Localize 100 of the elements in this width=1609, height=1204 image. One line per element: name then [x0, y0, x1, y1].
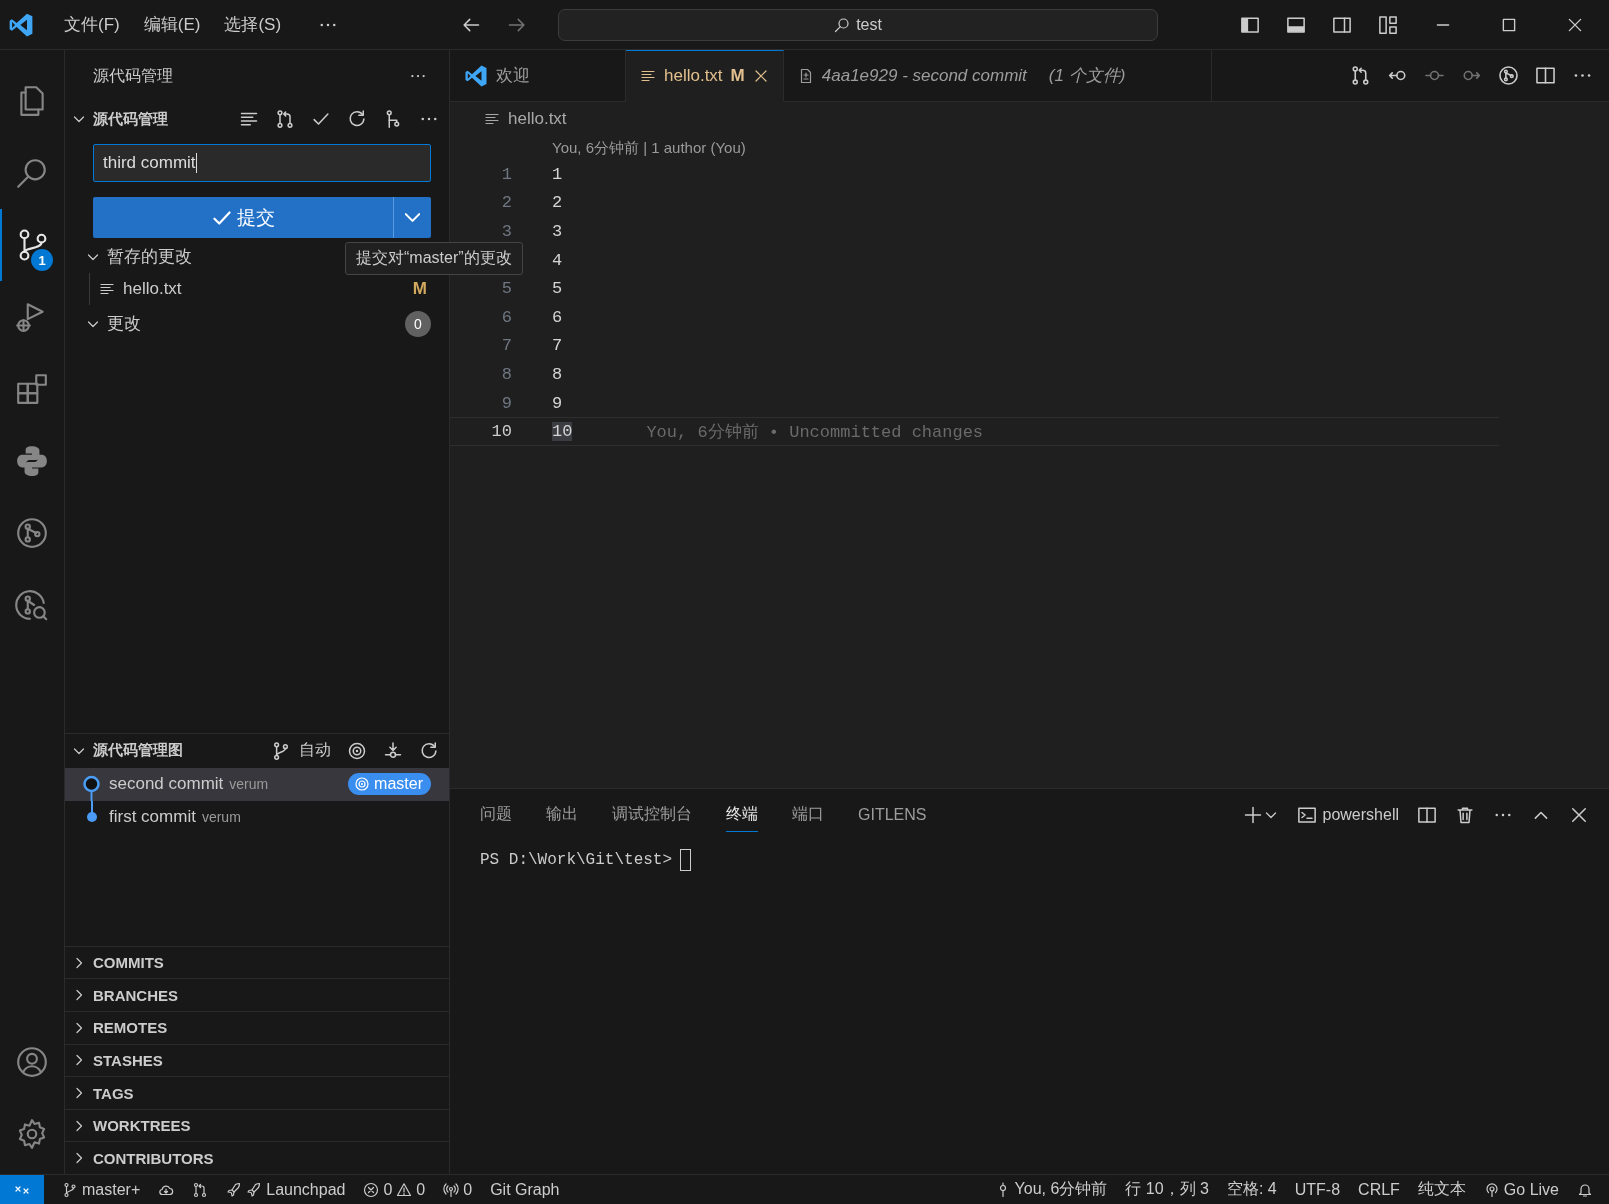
customize-layout-icon[interactable] — [1378, 14, 1398, 35]
extensions-icon — [15, 372, 49, 406]
commit-row[interactable]: second commit verum master — [65, 767, 449, 801]
text-file-icon — [99, 281, 115, 297]
git-graph-icon — [15, 516, 49, 550]
command-search-field[interactable]: test — [558, 8, 1159, 41]
rocket-icon — [246, 1181, 263, 1198]
text-file-icon — [484, 111, 500, 127]
status-item[interactable]: Go Live — [1483, 1180, 1559, 1199]
close-icon[interactable] — [1569, 805, 1589, 825]
menu-item[interactable]: 选择(S) — [224, 13, 282, 36]
section-title[interactable]: 源代码管理图 — [93, 741, 183, 761]
editor-tab[interactable]: 欢迎 — [450, 50, 626, 102]
section-header[interactable]: TAGS — [65, 1076, 449, 1109]
editor-tab[interactable]: 4aa1e929 - second commit (1 个文件) — [783, 50, 1212, 102]
refresh-icon[interactable] — [347, 109, 367, 129]
inline-blame: You, 6分钟前 • Uncommitted changes — [646, 422, 984, 444]
section-title: COMMITS — [93, 954, 164, 972]
section-title: WORKTREES — [93, 1117, 191, 1135]
panel-tab[interactable]: 端口 — [792, 798, 824, 832]
vscode-logo — [8, 11, 34, 38]
status-item[interactable]: master+ — [62, 1180, 141, 1199]
code-text: 6 — [552, 307, 563, 327]
account-icon[interactable] — [15, 1045, 49, 1079]
toggle-secondary-sidebar-icon[interactable] — [1332, 14, 1352, 35]
line-number: 9 — [501, 393, 512, 413]
section-header[interactable]: WORKTREES — [65, 1108, 449, 1142]
code-text: 3 — [552, 222, 563, 241]
line-number: 7 — [501, 336, 512, 356]
launchpad-status[interactable]: Launchpad — [226, 1180, 346, 1199]
sidebar-title: 源代码管理 — [93, 65, 173, 86]
branch-mode-label[interactable]: 自动 — [299, 740, 331, 762]
code-text: 2 — [552, 193, 563, 213]
fetch-icon[interactable] — [383, 740, 403, 761]
trash-icon[interactable] — [1455, 805, 1475, 825]
python-icon — [15, 444, 49, 478]
commit-message-field[interactable]: third commit — [93, 144, 431, 182]
commit-message: first commit — [109, 807, 196, 828]
section-header[interactable]: STASHES — [65, 1043, 449, 1077]
git-graph-icon[interactable] — [1498, 65, 1519, 86]
toggle-panel-icon[interactable] — [1286, 14, 1306, 35]
commit-author: verum — [201, 809, 241, 826]
panel-tab[interactable]: 问题 — [480, 798, 512, 832]
status-item[interactable]: 空格: 4 — [1226, 1179, 1277, 1200]
status-item[interactable]: 0 — [443, 1180, 473, 1199]
code-text: 9 — [552, 393, 563, 413]
section-header[interactable]: CONTRIBUTORS — [65, 1141, 449, 1174]
code-text: 10 — [552, 422, 573, 442]
status-item[interactable]: CRLF — [1358, 1180, 1400, 1199]
search-icon — [834, 16, 851, 33]
section-title[interactable]: 源代码管理 — [93, 109, 168, 129]
panel-tab[interactable]: GITLENS — [858, 799, 927, 831]
group-label: 更改 — [107, 313, 141, 335]
compare-icon[interactable] — [1350, 65, 1371, 86]
editor-tab[interactable]: hello.txt M — [626, 50, 784, 102]
menu-item[interactable]: 编辑(E) — [143, 13, 201, 36]
status-item[interactable]: Git Graph — [490, 1180, 560, 1199]
search-icon — [15, 156, 49, 190]
panel-tab[interactable]: 输出 — [546, 798, 578, 832]
rocket-icon — [226, 1181, 243, 1198]
commit-row[interactable]: first commit verum — [65, 800, 449, 834]
new-terminal-icon[interactable] — [1242, 805, 1263, 825]
error-icon — [363, 1181, 380, 1198]
bell-icon[interactable] — [1577, 1181, 1593, 1198]
status-item[interactable]: 纯文本 — [1417, 1179, 1466, 1200]
line-number: 3 — [501, 222, 512, 241]
warning-icon — [396, 1181, 413, 1198]
code-text: 4 — [552, 250, 563, 270]
compare-icon[interactable] — [192, 1181, 209, 1198]
change-group[interactable]: 更改 0 — [65, 307, 449, 340]
status-item[interactable]: UTF-8 — [1294, 1180, 1341, 1199]
status-item[interactable]: 行 10，列 3 — [1125, 1179, 1209, 1200]
split-terminal-icon[interactable] — [1417, 805, 1437, 825]
panel-tab[interactable]: 终端 — [726, 798, 758, 832]
refresh-icon[interactable] — [419, 740, 439, 761]
target-icon[interactable] — [347, 740, 367, 761]
text-file-icon — [640, 68, 656, 84]
group-label: 暂存的更改 — [107, 246, 192, 268]
commit-button[interactable]: 提交 — [93, 197, 393, 238]
section-header[interactable]: REMOTES — [65, 1011, 449, 1044]
section-header[interactable]: BRANCHES — [65, 978, 449, 1012]
panel-tab[interactable]: 调试控制台 — [612, 798, 692, 832]
section-header[interactable]: COMMITS — [65, 945, 449, 979]
activity-bar-item[interactable]: 1 — [0, 209, 64, 281]
tooltip: 提交对“master”的更改 — [345, 242, 523, 275]
commit-message: second commit — [109, 774, 224, 795]
split-editor-icon[interactable] — [1535, 65, 1556, 86]
toggle-sidebar-icon[interactable] — [1240, 14, 1260, 35]
section-title: BRANCHES — [93, 986, 178, 1004]
status-item[interactable]: You, 6分钟前 — [994, 1179, 1108, 1200]
vscode-logo — [464, 63, 488, 88]
codelens[interactable]: You, 6分钟前 | 1 author (You) — [552, 138, 746, 158]
terminal-profile[interactable]: powershell — [1322, 806, 1399, 824]
code-text: 5 — [552, 279, 563, 299]
problems-status[interactable]: 0 0 — [363, 1180, 426, 1199]
file-name: hello.txt — [123, 279, 182, 299]
code-text: 8 — [552, 364, 563, 384]
menu-item[interactable]: 文件(F) — [64, 13, 120, 36]
breadcrumb[interactable]: hello.txt — [508, 109, 567, 129]
line-number: 6 — [501, 307, 512, 327]
